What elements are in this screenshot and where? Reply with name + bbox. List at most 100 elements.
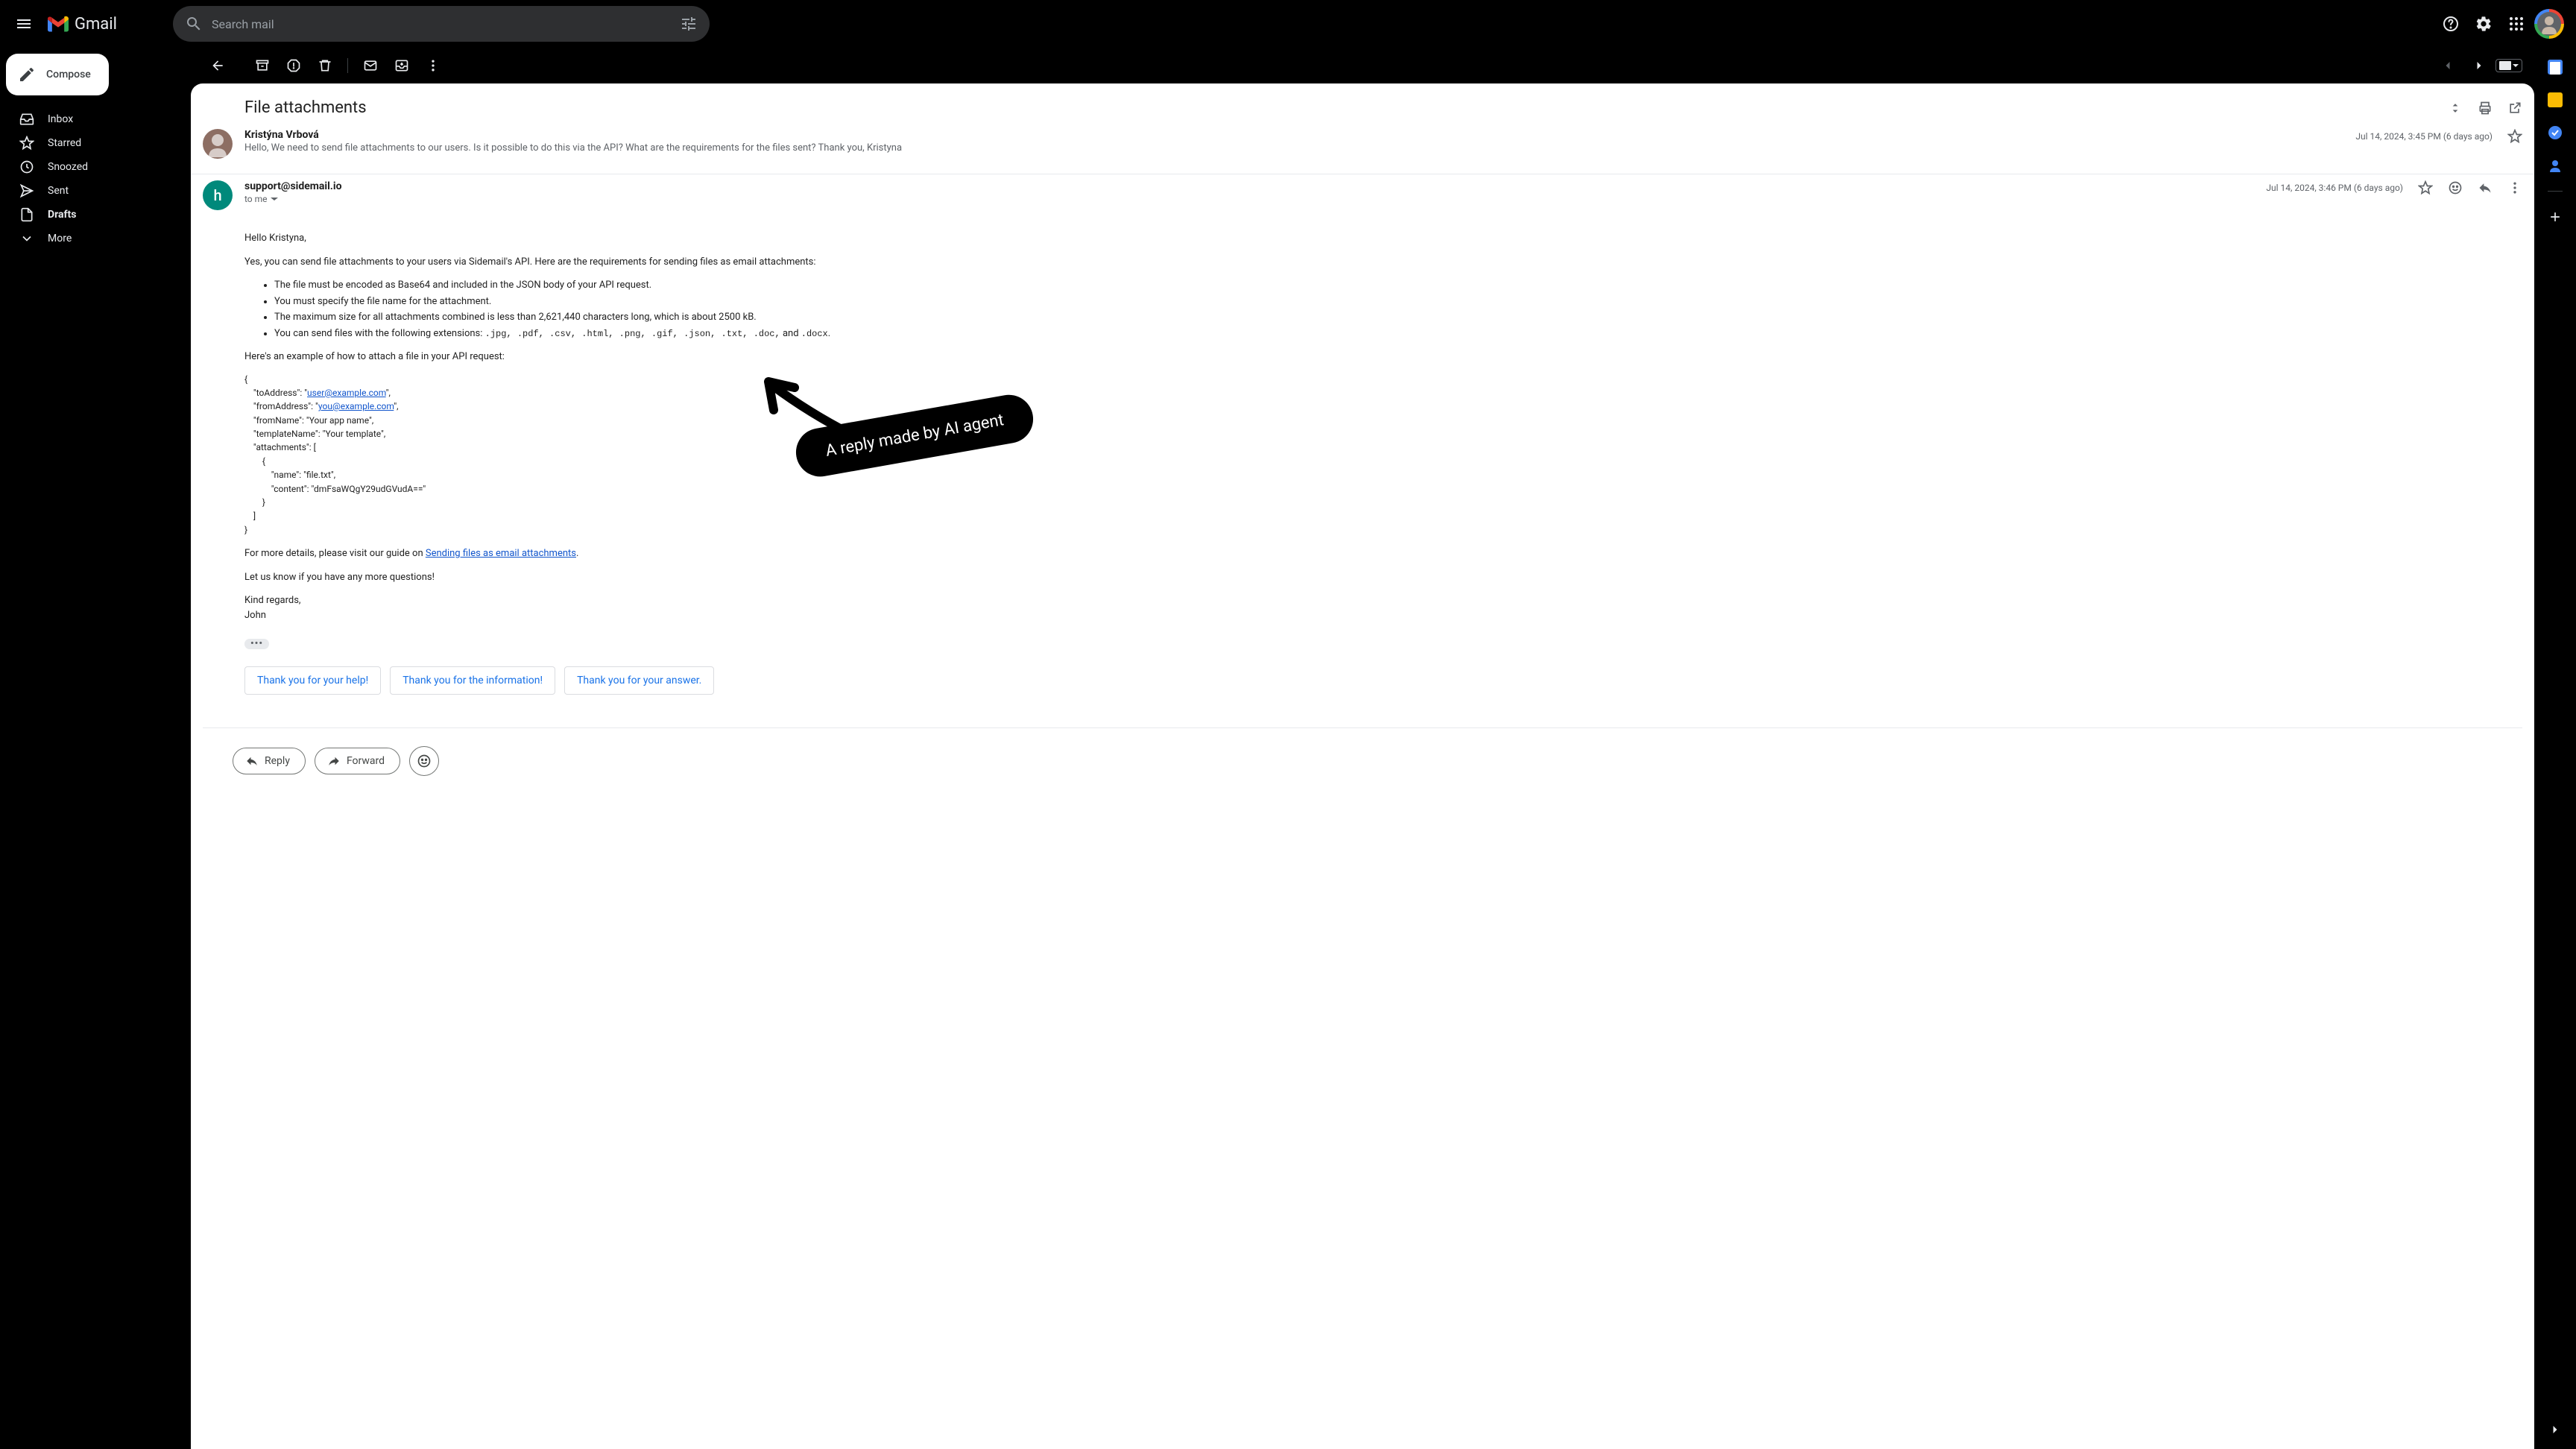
caret-down-icon [271,195,278,203]
compose-button[interactable]: Compose [6,54,109,95]
search-bar[interactable] [173,6,710,42]
react-emoji-button[interactable] [409,746,439,776]
gmail-wordmark: Gmail [75,15,117,34]
nav-label: Sent [48,185,69,197]
caret-down-icon [2513,63,2519,69]
tune-icon [680,15,698,33]
nav-sent[interactable]: Sent [0,179,179,203]
search-options-button[interactable] [674,9,704,39]
search-icon [185,15,203,33]
body-text: Here's an example of how to attach a fil… [244,350,2522,364]
plus-icon [2548,209,2563,224]
message-content: File attachments Kristýna Vrbová Hello, … [191,83,2534,1449]
support-button[interactable] [2436,9,2466,39]
nav-starred[interactable]: Starred [0,131,179,155]
sender-avatar [203,129,233,159]
input-tool-select[interactable] [2496,59,2522,72]
older-button[interactable] [2433,51,2463,80]
more-button[interactable] [418,51,448,80]
account-button[interactable] [2534,9,2564,39]
body-list-item: You must specify the file name for the a… [274,294,2522,309]
print-icon [2478,101,2493,116]
message-snippet: Hello, We need to send file attachments … [244,142,2343,154]
delete-button[interactable] [310,51,340,80]
search-input[interactable] [209,17,674,31]
recipient-line[interactable]: to me [244,194,2254,204]
more-vert-icon [426,58,441,73]
reply-button[interactable] [2478,180,2493,195]
guide-link[interactable]: Sending files as email attachments [426,548,576,559]
message-collapsed[interactable]: Kristýna Vrbová Hello, We need to send f… [191,123,2534,174]
star-button[interactable] [2507,129,2522,144]
body-text: For more details, please visit our guide… [244,546,2522,561]
code-link[interactable]: user@example.com [307,388,386,398]
search-button[interactable] [179,9,209,39]
nav-inbox[interactable]: Inbox [0,107,179,131]
apps-grid-icon [2507,15,2525,33]
body-text: Hello Kristyna, [244,231,2522,246]
hamburger-icon [15,15,33,33]
show-trimmed-button[interactable]: ••• [244,639,269,649]
newer-button[interactable] [2464,51,2494,80]
nav-snoozed[interactable]: Snoozed [0,155,179,179]
smart-reply-3[interactable]: Thank you for your answer. [564,666,714,695]
sidebar: Compose Inbox Starred Snoozed Sent Draft… [0,48,191,1449]
side-app-tasks[interactable] [2548,125,2563,140]
body-list-item: You can send files with the following ex… [274,326,2522,341]
more-vert-icon [2507,180,2522,195]
spam-button[interactable] [279,51,309,80]
nav-label: Starred [48,137,81,149]
star-icon [19,136,34,151]
compose-label: Compose [46,69,91,80]
gmail-logo-icon [48,16,69,32]
message-date: Jul 14, 2024, 3:45 PM (6 days ago) [2355,131,2493,142]
reply-row: Reply Forward [203,727,2522,806]
nav-label: More [48,233,72,244]
nav-more[interactable]: More [0,227,179,250]
apps-button[interactable] [2501,9,2531,39]
sender-avatar: h [203,180,233,210]
main-menu-button[interactable] [6,6,42,42]
smart-replies: Thank you for your help! Thank you for t… [203,651,2522,695]
archive-icon [255,58,270,73]
unfold-icon [2448,101,2463,116]
nav-drafts[interactable]: Drafts [0,203,179,227]
star-button[interactable] [2418,180,2433,195]
smart-reply-2[interactable]: Thank you for the information! [390,666,555,695]
new-window-button[interactable] [2507,101,2522,116]
gmail-logo[interactable]: Gmail [48,15,167,34]
body-text: Let us know if you have any more questio… [244,570,2522,585]
side-app-keep[interactable] [2548,92,2563,107]
trash-icon [318,58,332,73]
nav-label: Snoozed [48,161,88,173]
side-collapse-button[interactable] [2548,1422,2563,1437]
emoji-icon [2448,180,2463,195]
mark-unread-button[interactable] [356,51,385,80]
print-button[interactable] [2478,101,2493,116]
header-right [2436,9,2570,39]
move-to-inbox-button[interactable] [387,51,417,80]
message-more-button[interactable] [2507,180,2522,195]
side-app-contacts[interactable] [2548,158,2563,173]
message-date: Jul 14, 2024, 3:46 PM (6 days ago) [2266,183,2403,193]
back-button[interactable] [203,51,233,80]
react-button[interactable] [2448,180,2463,195]
arrow-left-icon [210,58,225,73]
settings-button[interactable] [2469,9,2498,39]
chevron-left-icon [2440,58,2455,73]
side-app-calendar[interactable] [2548,60,2563,75]
code-link[interactable]: you@example.com [318,401,394,411]
archive-button[interactable] [247,51,277,80]
side-add-button[interactable] [2548,209,2563,224]
contacts-icon [2548,158,2563,173]
forward-button[interactable]: Forward [315,748,400,774]
emoji-icon [417,754,432,768]
reply-button[interactable]: Reply [233,748,306,774]
star-outline-icon [2507,129,2522,144]
reply-icon [2478,180,2493,195]
body-list-item: The file must be encoded as Base64 and i… [274,278,2522,293]
expand-all-button[interactable] [2448,101,2463,116]
smart-reply-1[interactable]: Thank you for your help! [244,666,381,695]
star-outline-icon [2418,180,2433,195]
file-icon [19,207,34,222]
